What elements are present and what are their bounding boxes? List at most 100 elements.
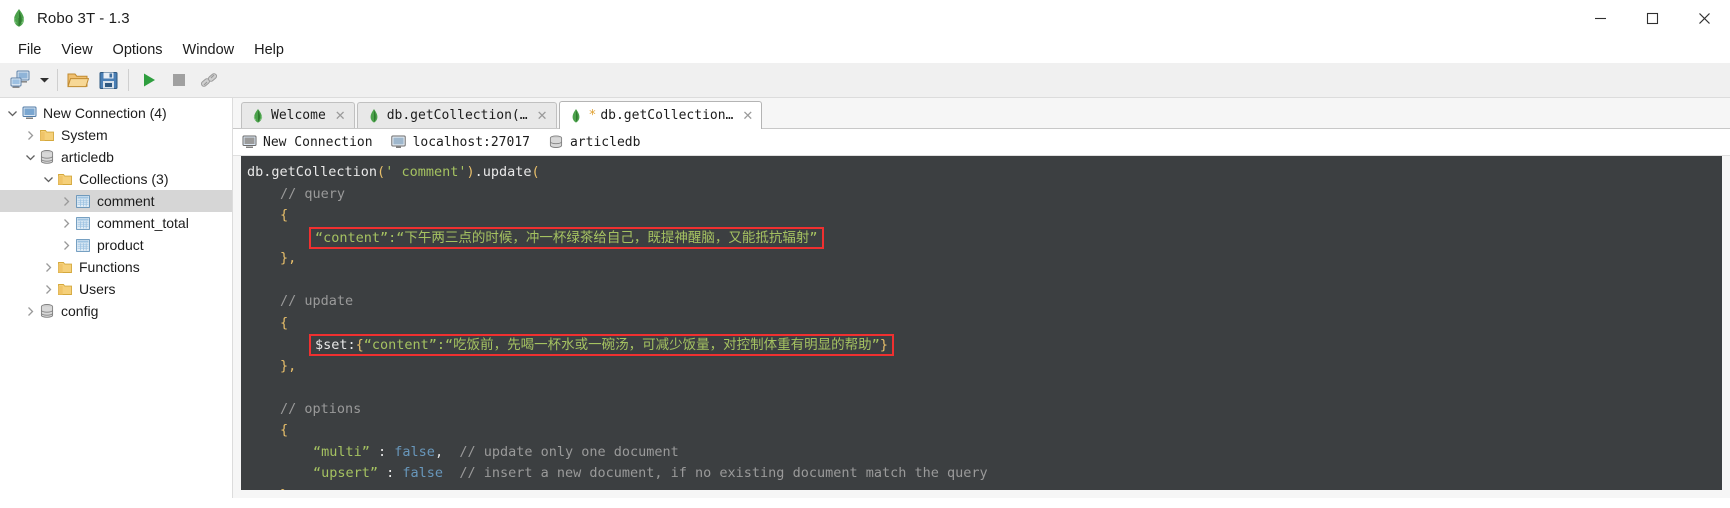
robomongo-leaf-icon (10, 9, 28, 27)
editor-container: db.getCollection(' comment').update( // … (233, 156, 1730, 498)
chevron-right-icon[interactable] (40, 284, 56, 294)
tree-item-config[interactable]: config (0, 300, 232, 322)
play-triangle-icon[interactable] (134, 66, 164, 94)
code-token: ) (466, 164, 475, 180)
toolbar-separator-2 (128, 69, 129, 91)
code-line: “multi” : false, // update only one docu… (247, 442, 1722, 464)
collection-grid-icon (74, 215, 92, 231)
tree-label: config (61, 303, 99, 319)
database-icon (38, 303, 56, 319)
code-token: , (434, 443, 460, 460)
tab-getcollection-2[interactable]: * db.getCollection… ✕ (558, 101, 763, 129)
tree-item-new-connection[interactable]: New Connection (4) (0, 102, 232, 124)
code-string: “multi” (313, 443, 370, 460)
code-line: { (247, 313, 1722, 335)
maximize-button[interactable] (1626, 0, 1678, 36)
query-code-editor[interactable]: db.getCollection(' comment').update( // … (241, 156, 1722, 490)
code-line: db.getCollection(' comment').update( (247, 162, 1722, 184)
connection-database-label: articledb (569, 134, 641, 150)
tab-label: db.getCollection… (600, 107, 734, 123)
tree-label: New Connection (4) (43, 105, 167, 121)
tree-label: Users (79, 281, 116, 297)
tree-item-comment-total[interactable]: comment_total (0, 212, 232, 234)
close-icon[interactable]: ✕ (537, 109, 548, 122)
connection-name[interactable]: New Connection (241, 134, 373, 150)
code-line: } (247, 485, 1722, 491)
tree-item-users[interactable]: Users (0, 278, 232, 300)
database-icon (38, 149, 56, 165)
chevron-right-icon[interactable] (40, 262, 56, 272)
connection-host[interactable]: localhost:27017 (391, 134, 530, 150)
code-string: “upsert” (313, 465, 379, 481)
code-token: : (369, 443, 395, 460)
tab-welcome[interactable]: Welcome ✕ (241, 102, 355, 128)
code-token: db.getCollection (247, 164, 378, 180)
folder-open-icon[interactable] (63, 66, 93, 94)
connection-database[interactable]: articledb (548, 134, 640, 150)
code-line: }, (247, 356, 1722, 378)
code-brace: } (280, 487, 288, 491)
connection-name-label: New Connection (263, 134, 373, 150)
tree-item-product[interactable]: product (0, 234, 232, 256)
tree-item-comment[interactable]: comment (0, 190, 232, 212)
chevron-down-icon[interactable] (22, 154, 38, 161)
tab-getcollection-1[interactable]: db.getCollection(… ✕ (356, 102, 557, 128)
code-token: ( (531, 164, 540, 180)
tree-item-collections[interactable]: Collections (3) (0, 168, 232, 190)
tree-item-articledb[interactable]: articledb (0, 146, 232, 168)
explorer-sidebar[interactable]: New Connection (4) System articledb Coll… (0, 98, 233, 498)
code-comment: // update (280, 293, 354, 309)
tree-label: articledb (61, 149, 114, 165)
highlight-box-update: $set:{“content”:“吃饭前，先喝一杯水或一碗汤，可减少饭量，对控制… (309, 334, 894, 356)
collection-grid-icon (74, 237, 92, 253)
chevron-down-icon[interactable] (4, 110, 20, 117)
tree-item-functions[interactable]: Functions (0, 256, 232, 278)
menu-window[interactable]: Window (173, 40, 245, 60)
code-line-highlighted: “content”:“下午两三点的时候，冲一杯绿茶给自己，既提神醒脑，又能抵抗辐… (247, 226, 1722, 249)
folder-icon (56, 259, 74, 275)
chevron-right-icon[interactable] (22, 306, 38, 316)
code-comment: // options (280, 400, 362, 417)
mongodb-leaf-icon (367, 108, 381, 124)
chevron-right-icon[interactable] (58, 218, 74, 228)
server-monitor-icon (20, 105, 38, 121)
server-monitor-icon (241, 134, 257, 150)
code-line: }, (247, 248, 1722, 270)
menu-file[interactable]: File (8, 40, 51, 60)
chevron-down-icon[interactable] (36, 66, 52, 94)
close-icon[interactable]: ✕ (742, 109, 753, 122)
folder-icon (38, 127, 56, 143)
computers-connect-icon[interactable] (6, 66, 36, 94)
status-bar (0, 498, 1730, 508)
tree-label: System (61, 127, 108, 143)
code-token: $set: (315, 337, 356, 353)
code-comment: // query (280, 185, 346, 202)
mongodb-leaf-icon (569, 108, 583, 124)
code-line: // query (247, 184, 1722, 206)
chevron-right-icon[interactable] (22, 130, 38, 140)
code-brace: { (355, 337, 364, 353)
workspace-pane: Welcome ✕ db.getCollection(… ✕ * db.getC… (233, 98, 1730, 498)
code-line-highlighted: $set:{“content”:“吃饭前，先喝一杯水或一碗汤，可减少饭量，对控制… (247, 334, 1722, 356)
tree-label: product (97, 237, 144, 253)
minimize-button[interactable] (1574, 0, 1626, 36)
menu-help[interactable]: Help (244, 40, 294, 60)
title-bar: Robo 3T - 1.3 (0, 0, 1730, 37)
broken-link-icon[interactable] (194, 66, 224, 94)
floppy-save-icon[interactable] (93, 66, 123, 94)
chevron-right-icon[interactable] (58, 196, 74, 206)
tab-label: db.getCollection(… (386, 107, 528, 123)
window-title: Robo 3T - 1.3 (37, 9, 130, 27)
menu-view[interactable]: View (51, 40, 102, 60)
close-button[interactable] (1678, 0, 1730, 36)
database-icon (548, 134, 564, 150)
chevron-right-icon[interactable] (58, 240, 74, 250)
menu-options[interactable]: Options (103, 40, 173, 60)
tree-item-system[interactable]: System (0, 124, 232, 146)
chevron-down-icon[interactable] (40, 176, 56, 183)
code-brace: } (879, 337, 888, 353)
code-brace: { (280, 314, 289, 331)
stop-square-icon[interactable] (164, 66, 194, 94)
close-icon[interactable]: ✕ (335, 109, 346, 122)
